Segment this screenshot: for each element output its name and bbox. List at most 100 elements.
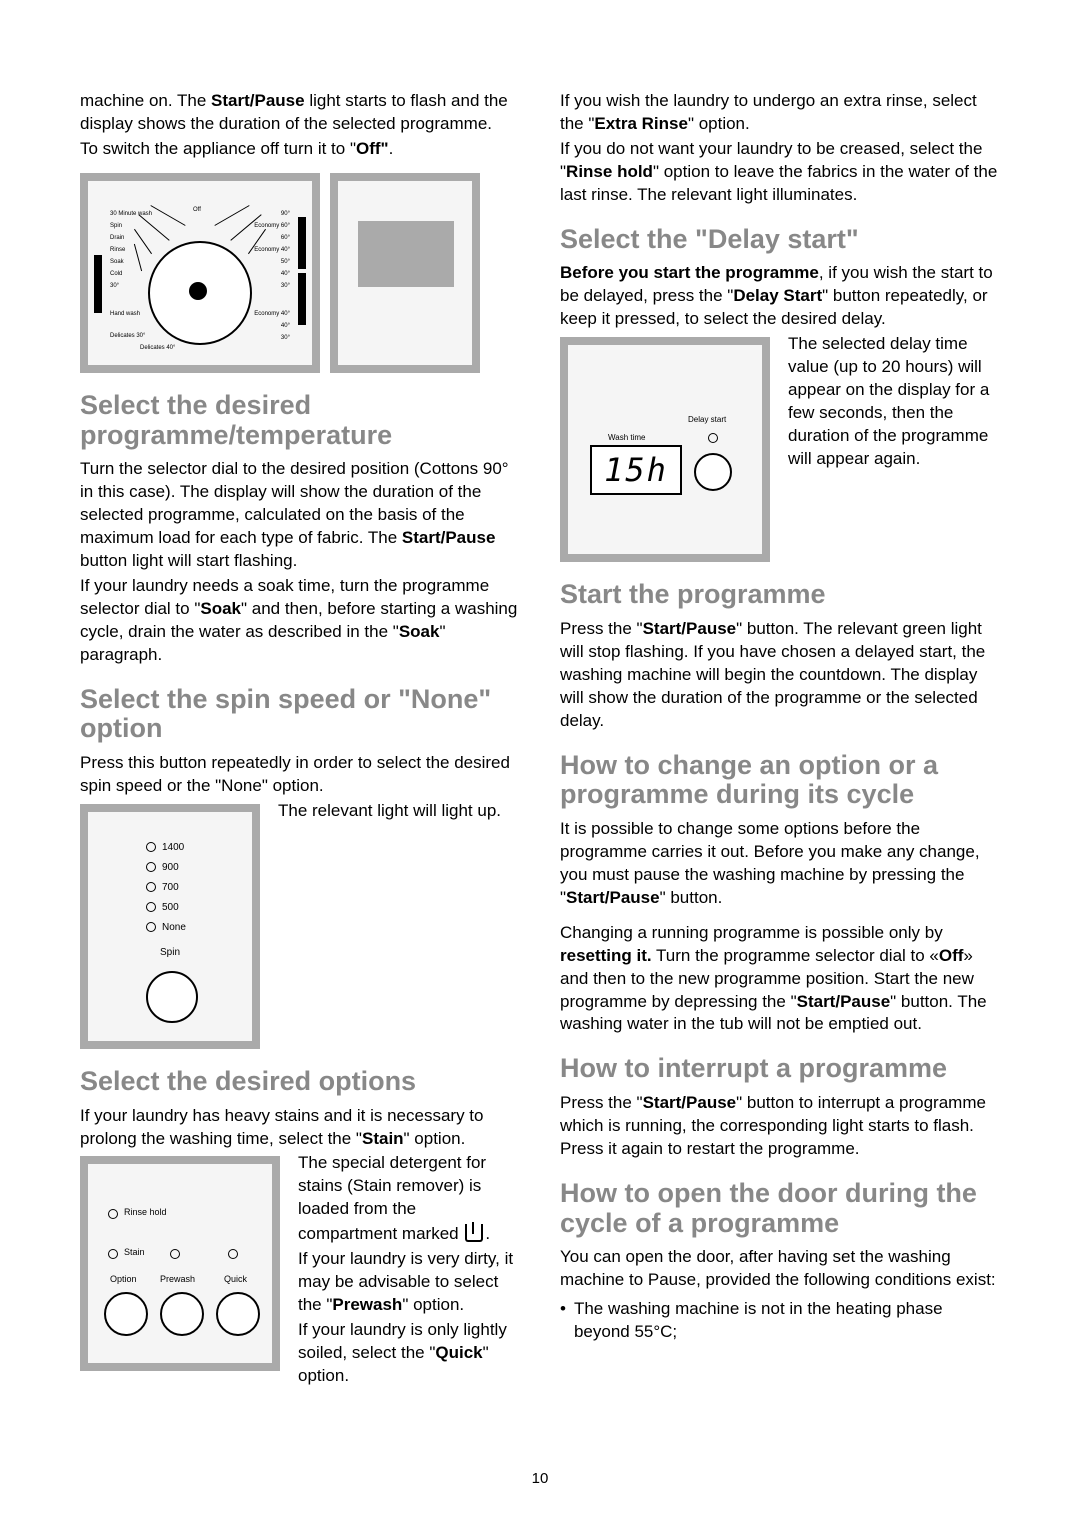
text: " button. [660, 888, 723, 907]
text: Press the " [560, 1093, 643, 1112]
delay-section-wrap: Wash time Delay start 15h The selected d… [560, 333, 1000, 562]
intro-paragraph-2: To switch the appliance off turn it to "… [80, 138, 520, 161]
display-panel [330, 173, 480, 373]
options-paragraph-1: If your laundry has heavy stains and it … [80, 1105, 520, 1151]
dial-label-90: 90° [281, 211, 290, 217]
bold-soak: Soak [200, 599, 241, 618]
door-paragraph-1: You can open the door, after having set … [560, 1246, 1000, 1292]
text: Changing a running programme is possible… [560, 923, 943, 942]
time-display: 15h [590, 445, 682, 495]
spin-panel: 1400 900 700 500 None Spin [80, 804, 260, 1049]
page-number: 10 [0, 1470, 1080, 1487]
heading-open-door: How to open the door during the cycle of… [560, 1179, 1000, 1238]
dial-line [134, 244, 142, 271]
spin-option-500: 500 [146, 902, 179, 913]
bold-before-start: Before you start the programme [560, 263, 819, 282]
text: button light will start flashing. [80, 551, 297, 570]
option-button-icon [104, 1292, 148, 1336]
manual-page: machine on. The Start/Pause light starts… [0, 0, 1080, 1527]
change-paragraph-2: Changing a running programme is possible… [560, 922, 1000, 1037]
dial-line [150, 205, 185, 226]
dial-label-30: 30° [281, 283, 290, 289]
bold-start-pause: Start/Pause [797, 992, 891, 1011]
spin-label: 500 [162, 902, 179, 913]
bold-extra-rinse: Extra Rinse [594, 114, 688, 133]
interrupt-paragraph-1: Press the "Start/Pause" button to interr… [560, 1092, 1000, 1161]
dial-label-30min: 30 Minute wash [110, 211, 152, 217]
spin-section-wrap: 1400 900 700 500 None Spin The relevant … [80, 800, 520, 1049]
dial-label-spin: Spin [110, 223, 122, 229]
text: " option. [404, 1129, 466, 1148]
bold-start-pause: Start/Pause [566, 888, 660, 907]
spin-button-label: Spin [160, 947, 180, 958]
spin-paragraph-1: Press this button repeatedly in order to… [80, 752, 520, 798]
left-marker-bar [94, 255, 102, 313]
spin-label: None [162, 922, 186, 933]
text: machine on. The [80, 91, 211, 110]
prewash-button-icon [160, 1292, 204, 1336]
heading-spin-speed: Select the spin speed or "None" option [80, 685, 520, 744]
text: Press the " [560, 619, 643, 638]
dial-label-drain: Drain [110, 235, 124, 241]
select-programme-paragraph-1: Turn the selector dial to the desired po… [80, 458, 520, 573]
quick-button-icon [216, 1292, 260, 1336]
wash-time-label: Wash time [608, 433, 646, 442]
bullet-text: The washing machine is not in the heatin… [574, 1298, 1000, 1344]
bold-stain: Stain [362, 1129, 404, 1148]
spin-label: 700 [162, 882, 179, 893]
programme-dial-panel: 30 Minute wash Spin Drain Rinse Soak Col… [80, 173, 320, 373]
spin-label: 900 [162, 862, 179, 873]
rinse-hold-label: Rinse hold [124, 1207, 167, 1217]
indicator-icon [170, 1249, 180, 1259]
dial-label-off: Off [193, 207, 201, 213]
text: " option. [688, 114, 750, 133]
dial-label-40: 40° [281, 271, 290, 277]
indicator-icon [146, 882, 156, 892]
options-panel: Rinse hold Stain Option Prewash Quick [80, 1156, 280, 1371]
right-marker-bar-2 [298, 273, 306, 325]
indicator-icon [146, 902, 156, 912]
delay-panel: Wash time Delay start 15h [560, 337, 770, 562]
heading-start-programme: Start the programme [560, 580, 1000, 610]
door-bullet-1: • The washing machine is not in the heat… [560, 1298, 1000, 1344]
indicator-icon [146, 862, 156, 872]
indicator-icon [108, 1249, 118, 1259]
delay-start-label: Delay start [688, 415, 726, 424]
text: The special detergent for stains (Stain … [298, 1153, 486, 1243]
select-programme-paragraph-2: If your laundry needs a soak time, turn … [80, 575, 520, 667]
dial-label-40b: 40° [281, 323, 290, 329]
option-label: Option [110, 1274, 137, 1284]
bold-quick: Quick [435, 1343, 482, 1362]
bold-start-pause: Start/Pause [643, 1093, 737, 1112]
two-column-layout: machine on. The Start/Pause light starts… [80, 90, 1000, 1390]
bold-off: Off" [356, 139, 389, 158]
bold-resetting: resetting it. [560, 946, 652, 965]
dial-label-handwash: Hand wash [110, 311, 140, 317]
dial-illustration-row: 30 Minute wash Spin Drain Rinse Soak Col… [80, 173, 520, 373]
bold-prewash: Prewash [332, 1295, 402, 1314]
spin-option-900: 900 [146, 862, 179, 873]
spin-button-icon [146, 971, 198, 1023]
heading-desired-options: Select the desired options [80, 1067, 520, 1097]
start-paragraph-1: Press the "Start/Pause" button. The rele… [560, 618, 1000, 733]
dial-line [214, 205, 249, 226]
bold-delay-start: Delay Start [733, 286, 822, 305]
dial-label-econ40: Economy 40° [254, 247, 290, 253]
dial-knob-icon [189, 282, 207, 300]
options-section-wrap: Rinse hold Stain Option Prewash Quick Th… [80, 1152, 520, 1389]
spin-option-1400: 1400 [146, 842, 184, 853]
indicator-icon [146, 842, 156, 852]
delay-button-icon [694, 453, 732, 491]
spin-option-700: 700 [146, 882, 179, 893]
text: . [389, 139, 394, 158]
spin-option-none: None [146, 922, 186, 933]
heading-select-programme: Select the desired programme/temperature [80, 391, 520, 450]
quick-label: Quick [224, 1274, 247, 1284]
dial-label-30b: 30° [281, 335, 290, 341]
indicator-icon [108, 1209, 118, 1219]
indicator-icon [708, 433, 718, 443]
right-marker-bar-1 [298, 217, 306, 269]
delay-paragraph-1: Before you start the programme, if you w… [560, 262, 1000, 331]
dial-line [138, 214, 169, 240]
bullet-icon: • [560, 1298, 566, 1344]
